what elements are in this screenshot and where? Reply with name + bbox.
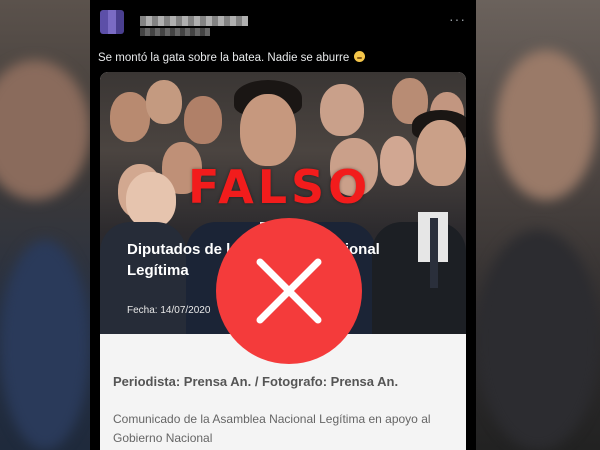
flushed-face-emoji-icon [354, 51, 366, 62]
more-options-icon[interactable]: ··· [449, 12, 466, 26]
social-post: ··· Se montó la gata sobre la batea. Nad… [90, 0, 476, 450]
article-blurb: Comunicado de la Asamblea Nacional Legít… [113, 412, 431, 445]
image-date: Fecha: 14/07/2020 [127, 305, 211, 316]
redacted-handle [140, 28, 210, 36]
background-blur-left [0, 0, 90, 450]
post-text: Se montó la gata sobre la batea. Nadie s… [98, 51, 366, 64]
redacted-username[interactable] [140, 16, 248, 26]
avatar[interactable] [100, 10, 124, 34]
background-blur-right [476, 0, 600, 450]
x-mark-icon [216, 218, 362, 364]
post-header: ··· [98, 10, 468, 36]
post-text-content: Se montó la gata sobre la batea. Nadie s… [98, 52, 350, 64]
article-byline: Periodista: Prensa An. / Fotografo: Pren… [113, 374, 399, 389]
shared-image-card[interactable]: FALSO Diputados de la Asamblea Nacional … [100, 72, 466, 450]
falso-overlay-label: FALSO [188, 160, 372, 214]
